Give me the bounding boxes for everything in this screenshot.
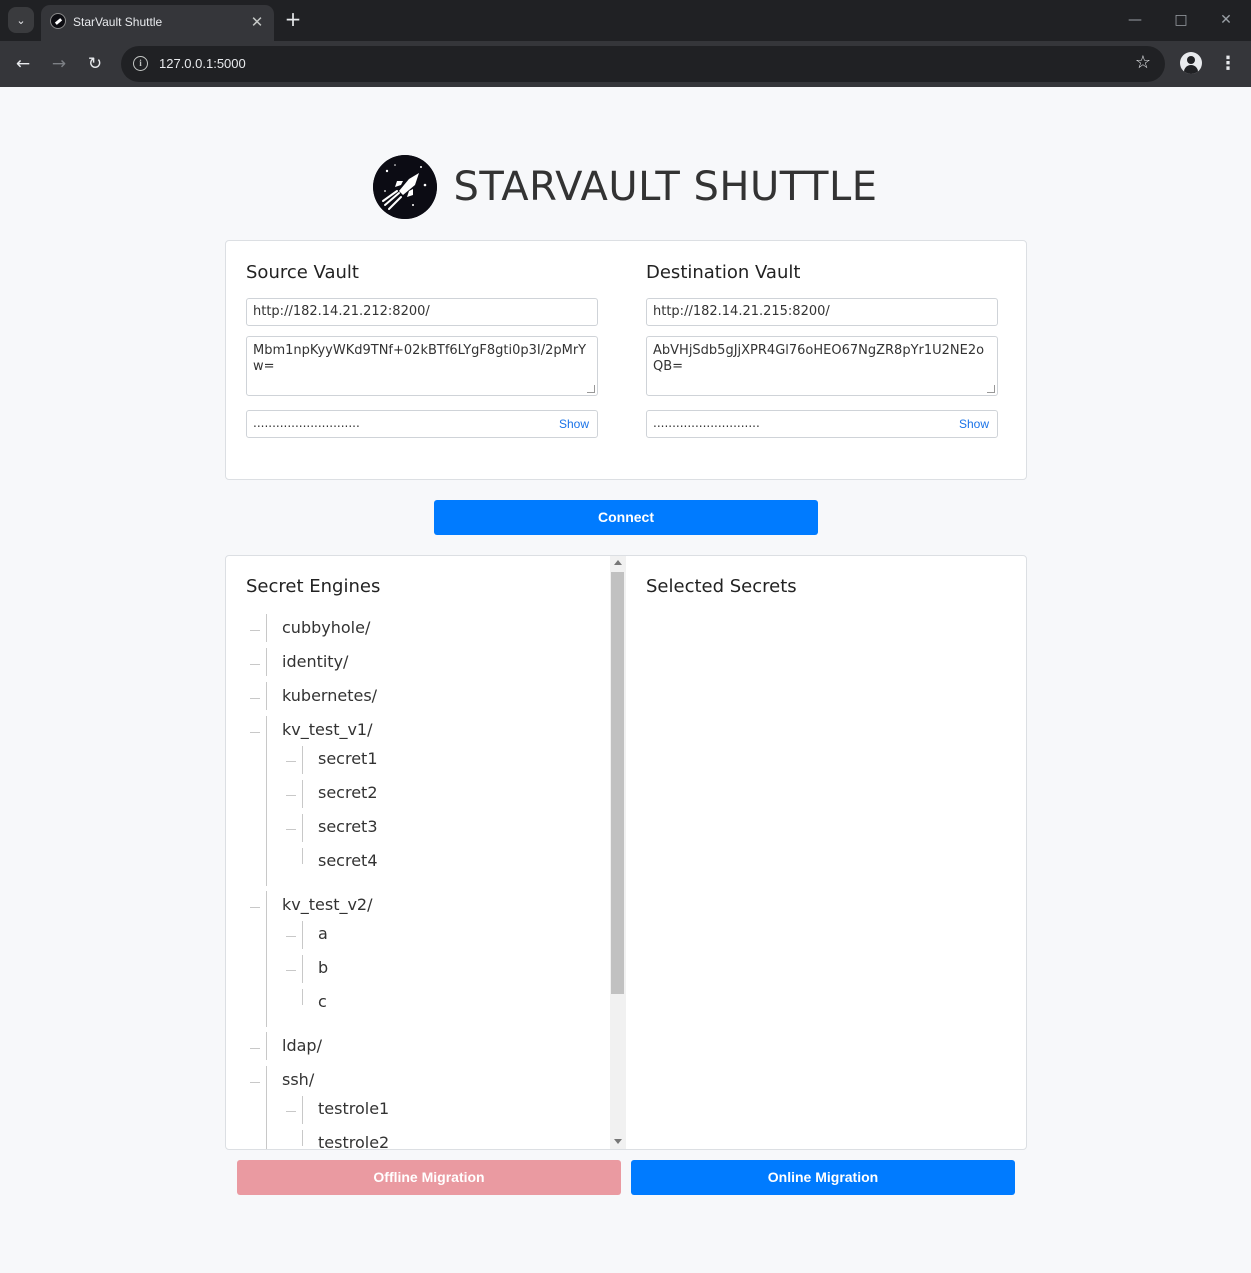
source-token-textarea[interactable]: Mbm1npKyyWKd9TNf+02kBTf6LYgF8gti0p3I/2pM… [246,336,598,396]
window-close-icon[interactable]: ✕ [1214,8,1238,32]
page-content: STARVAULT SHUTTLE Source Vault http://18… [0,87,1251,1273]
secret-engines-pane: Secret Engines cubbyhole/ identity/ kube… [226,556,626,1149]
destination-token-textarea[interactable]: AbVHjSdb5gJjXPR4Gl76oHEO67NgZR8pYr1U2NE2… [646,336,998,396]
scroll-down-arrow-icon[interactable] [614,1139,622,1144]
secret-item-a[interactable]: a [318,924,328,943]
browser-tabstrip: ⌄ StarVault Shuttle ✕ + — □ ✕ [0,0,1251,41]
destination-url-input[interactable]: http://182.14.21.215:8200/ [646,298,998,326]
app-header: STARVAULT SHUTTLE [0,155,1251,219]
secret-item-b[interactable]: b [318,958,328,977]
source-url-input[interactable]: http://182.14.21.212:8200/ [246,298,598,326]
engine-kubernetes[interactable]: kubernetes/ [282,686,377,705]
secret-item-testrole2[interactable]: testrole2 [318,1133,389,1149]
engines-scrollbar[interactable] [610,556,626,1149]
browser-tab[interactable]: StarVault Shuttle ✕ [41,5,274,41]
engine-kv-test-v1[interactable]: kv_test_v1/ [282,720,373,739]
secret-item-secret2[interactable]: secret2 [318,783,378,802]
address-bar[interactable]: i 127.0.0.1:5000 ☆ [121,46,1165,82]
engine-cubbyhole[interactable]: cubbyhole/ [282,618,370,637]
tab-title: StarVault Shuttle [73,15,163,29]
browser-menu-kebab-icon[interactable]: ⋮ [1218,52,1238,76]
secret-item-secret3[interactable]: secret3 [318,817,378,836]
bookmark-star-icon[interactable]: ☆ [1135,53,1151,73]
secret-item-secret1[interactable]: secret1 [318,749,378,768]
browser-toolbar: ← → ↻ i 127.0.0.1:5000 ☆ ⋮ [0,41,1251,87]
destination-token-value: AbVHjSdb5gJjXPR4Gl76oHEO67NgZR8pYr1U2NE2… [653,343,985,374]
reload-icon[interactable]: ↻ [83,52,107,76]
tab-close-icon[interactable]: ✕ [248,13,266,31]
shuttle-logo-icon [373,155,438,219]
secret-engines-heading: Secret Engines [246,576,381,597]
offline-migration-button[interactable]: Offline Migration [237,1160,621,1195]
resize-handle-icon[interactable] [587,385,595,393]
minimize-icon[interactable]: — [1123,8,1147,32]
tab-search-chevron-icon[interactable]: ⌄ [8,7,34,33]
source-token-value: Mbm1npKyyWKd9TNf+02kBTf6LYgF8gti0p3I/2pM… [253,343,587,374]
engine-kv-test-v2[interactable]: kv_test_v2/ [282,895,373,914]
vault-connection-card: Source Vault http://182.14.21.212:8200/ … [225,240,1027,480]
new-tab-plus-icon[interactable]: + [283,9,303,29]
source-vault-heading: Source Vault [246,262,359,283]
connect-button[interactable]: Connect [434,500,818,535]
back-arrow-icon[interactable]: ← [11,52,35,76]
engine-ldap[interactable]: ldap/ [282,1036,322,1055]
maximize-icon[interactable]: □ [1169,8,1193,32]
source-password-input[interactable]: ............................ Show [246,410,598,438]
engine-identity[interactable]: identity/ [282,652,348,671]
destination-password-mask: ............................ [653,416,760,430]
source-password-mask: ............................ [253,416,360,430]
selected-secrets-heading: Selected Secrets [646,576,797,597]
secret-item-c[interactable]: c [318,992,327,1011]
selected-secrets-pane: Selected Secrets [626,556,1026,1149]
destination-password-input[interactable]: ............................ Show [646,410,998,438]
secret-item-secret4[interactable]: secret4 [318,851,378,870]
scrollbar-thumb[interactable] [611,572,624,994]
engine-ssh[interactable]: ssh/ [282,1070,314,1089]
favicon-shuttle-icon [50,13,66,29]
resize-handle-icon[interactable] [987,385,995,393]
source-show-password-button[interactable]: Show [559,417,589,431]
forward-arrow-icon[interactable]: → [47,52,71,76]
secrets-card: Secret Engines cubbyhole/ identity/ kube… [225,555,1027,1150]
destination-show-password-button[interactable]: Show [959,417,989,431]
destination-vault-heading: Destination Vault [646,262,801,283]
secret-item-testrole1[interactable]: testrole1 [318,1099,389,1118]
page-title: STARVAULT SHUTTLE [453,164,878,210]
site-info-icon[interactable]: i [133,56,148,71]
online-migration-button[interactable]: Online Migration [631,1160,1015,1195]
scroll-up-arrow-icon[interactable] [614,560,622,565]
profile-avatar-icon[interactable] [1180,52,1202,74]
address-bar-url[interactable]: 127.0.0.1:5000 [159,56,246,71]
